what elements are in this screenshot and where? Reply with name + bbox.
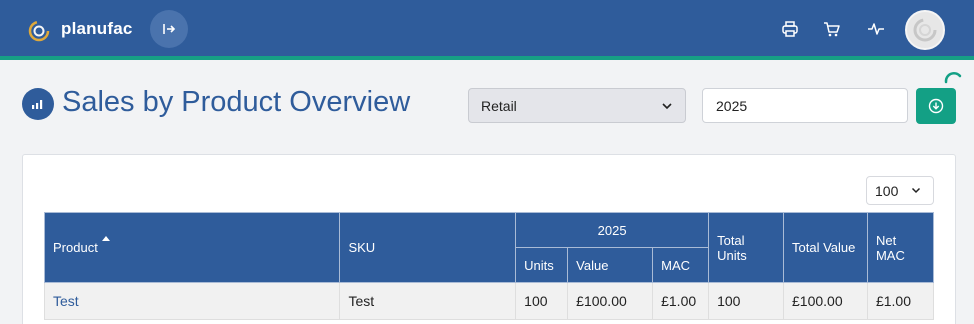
sku-cell: Test [339,282,517,320]
year-input[interactable] [702,88,908,123]
net-mac-cell: £1.00 [866,282,935,320]
product-link[interactable]: Test [43,282,341,320]
cart-icon[interactable] [823,20,841,38]
page-size-select[interactable]: 100 [866,176,934,205]
total-units-cell: 100 [708,282,785,320]
column-header-product[interactable]: Product [43,212,341,283]
sales-by-product-table: Product SKU 2025 Total Units Total Value… [43,212,935,320]
channel-select-value: Retail [481,97,517,114]
column-header-net-mac[interactable]: Net MAC [866,212,935,283]
planufac-logo-icon [28,20,50,42]
column-group-year: 2025 [515,212,710,248]
expand-sidebar-icon [163,24,176,34]
sidebar-toggle-button[interactable] [150,10,188,48]
column-header-mac[interactable]: MAC [652,247,710,283]
column-header-sku[interactable]: SKU [339,212,517,283]
column-header-units[interactable]: Units [515,247,569,283]
print-icon[interactable] [781,20,799,38]
page-title: Sales by Product Overview [62,86,411,118]
column-header-total-units[interactable]: Total Units [708,212,785,283]
download-icon [928,98,944,114]
page-size-value: 100 [875,182,899,199]
column-header-value[interactable]: Value [567,247,654,283]
units-cell: 100 [515,282,569,320]
user-avatar[interactable] [905,10,945,50]
chevron-down-icon [911,187,921,194]
activity-icon[interactable] [867,20,885,38]
column-header-total-value[interactable]: Total Value [783,212,868,283]
navbar-accent-line [0,56,974,60]
brand-name: planufac [61,19,133,38]
top-navbar: planufac [0,0,974,56]
column-header-label: Product [53,240,98,255]
avatar-logo-icon [913,18,937,42]
report-chart-icon [22,88,54,120]
download-button[interactable] [916,88,956,124]
total-value-cell: £100.00 [783,282,868,320]
table-row: Test Test 100 £100.00 £1.00 100 £100.00 … [43,282,935,320]
value-cell: £100.00 [567,282,654,320]
channel-select[interactable]: Retail [468,88,686,123]
chevron-down-icon [662,102,672,109]
sort-ascending-icon [101,236,110,241]
loading-spinner-icon [944,72,962,84]
mac-cell: £1.00 [652,282,710,320]
